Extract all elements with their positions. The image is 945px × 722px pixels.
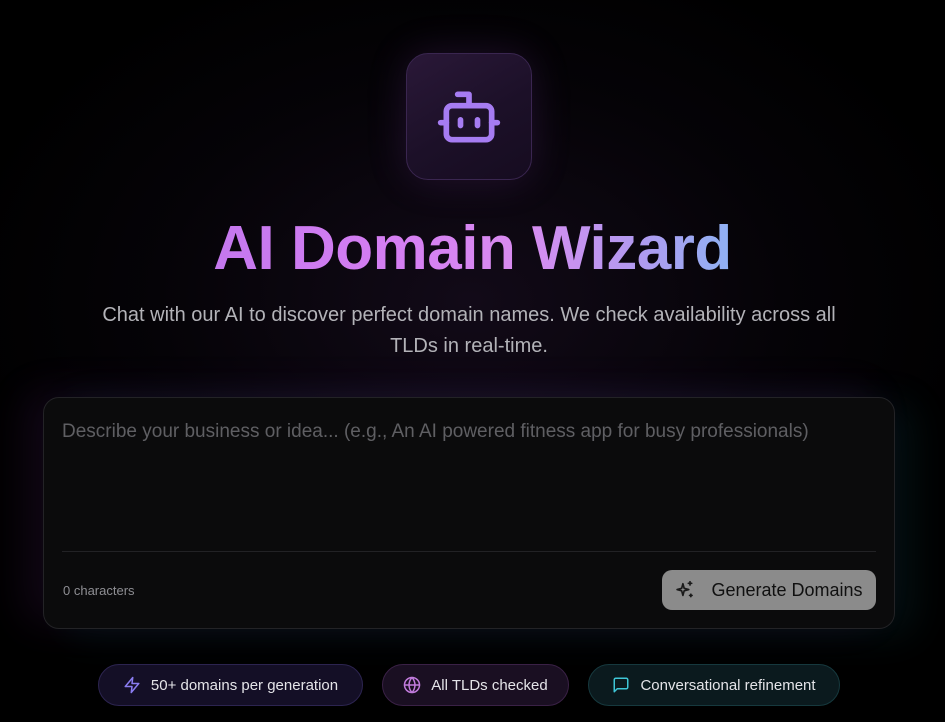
feature-label: Conversational refinement (640, 676, 816, 694)
sparkles-icon (675, 580, 695, 600)
divider (62, 551, 876, 552)
generate-domains-button[interactable]: Generate Domains (662, 570, 876, 610)
robot-icon (437, 91, 501, 142)
feature-label: 50+ domains per generation (150, 676, 339, 694)
business-description-input[interactable] (62, 418, 876, 544)
logo (406, 53, 532, 180)
lightning-icon (123, 676, 141, 694)
feature-badge-refinement: Conversational refinement (588, 664, 840, 706)
prompt-card: 0 characters Generate Domains (43, 397, 895, 629)
chat-bubble-icon (612, 676, 630, 694)
feature-badge-tlds: All TLDs checked (382, 664, 569, 706)
globe-icon (403, 676, 421, 694)
feature-label: All TLDs checked (431, 676, 548, 694)
page-subtitle: Chat with our AI to discover perfect dom… (102, 304, 836, 357)
character-count: 0 characters (63, 583, 135, 598)
feature-badge-domains: 50+ domains per generation (98, 664, 363, 706)
page-title: AI Domain Wizard (213, 214, 732, 283)
page: AI Domain Wizard Chat with our AI to dis… (0, 0, 945, 722)
generate-domains-label: Generate Domains (711, 579, 863, 600)
